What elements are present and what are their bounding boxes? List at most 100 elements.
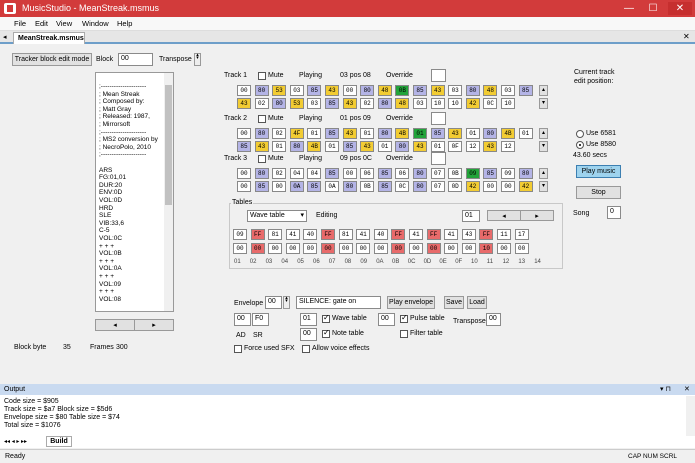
track-cell[interactable]: 53 (272, 85, 287, 96)
table-cell[interactable]: FF (321, 229, 335, 240)
play-music-button[interactable]: Play music (576, 165, 621, 178)
table-cell[interactable]: 00 (338, 243, 353, 254)
track-cell[interactable]: 80 (483, 128, 498, 139)
track-cell[interactable]: 48 (483, 85, 498, 96)
track-cell[interactable]: 0C (483, 98, 498, 109)
track-cell[interactable]: 00 (272, 181, 287, 192)
table-cell[interactable]: 41 (285, 229, 300, 240)
track-cell[interactable]: 10 (430, 98, 445, 109)
track-cell[interactable]: 03 (413, 98, 427, 109)
track-cell[interactable]: 43 (342, 128, 357, 139)
track-cell[interactable]: 80 (395, 141, 410, 152)
track-cell[interactable]: 43 (342, 98, 357, 109)
table-cell[interactable]: FF (391, 229, 406, 240)
table-cell[interactable]: FF (479, 229, 494, 240)
envelope-spinner[interactable]: ▴ ▾ (283, 296, 290, 309)
track-scroll-down-button[interactable]: ▾ (539, 98, 548, 109)
track-cell[interactable]: 10 (448, 98, 463, 109)
wave-table-input[interactable]: 01 (300, 313, 317, 326)
table-cell[interactable]: 17 (514, 229, 529, 240)
use-8580-radio[interactable] (576, 141, 584, 149)
track-cell[interactable]: 80 (254, 168, 269, 179)
track-cell[interactable]: 03 (501, 85, 515, 96)
track-cell[interactable]: 80 (254, 85, 269, 96)
table-cell[interactable]: 00 (373, 243, 388, 254)
track-cell[interactable]: 02 (254, 98, 269, 109)
table-cell[interactable]: 00 (321, 243, 335, 254)
table-cell[interactable]: 00 (514, 243, 529, 254)
close-button[interactable]: ✕ (668, 2, 692, 15)
track-cell[interactable]: 10 (501, 98, 515, 109)
track-cell[interactable]: 85 (237, 141, 251, 152)
pin-icon[interactable]: ▾ ⊓ (660, 385, 671, 393)
track-cell[interactable]: 43 (325, 85, 339, 96)
track-cell[interactable]: 80 (360, 85, 375, 96)
track-cell[interactable]: 03 (307, 98, 322, 109)
track-scroll-up-button[interactable]: ▴ (539, 168, 548, 179)
output-tab-nav-icon[interactable]: ◂◂ ◂ ▸ ▸▸ (4, 438, 27, 445)
track-cell[interactable]: 0B (395, 85, 410, 96)
mute-checkbox[interactable] (258, 72, 266, 80)
track-cell[interactable]: 0D (448, 181, 463, 192)
track-cell[interactable]: 06 (395, 168, 410, 179)
track-cell[interactable]: 80 (518, 168, 533, 179)
track-cell[interactable]: 85 (325, 98, 339, 109)
envelope-transpose-input[interactable]: 00 (486, 313, 501, 326)
table-cell[interactable]: 09 (233, 229, 247, 240)
table-cell[interactable]: FF (250, 229, 265, 240)
table-cell[interactable]: 00 (391, 243, 406, 254)
filter-table-checkbox[interactable] (400, 330, 408, 338)
menu-edit[interactable]: Edit (35, 19, 48, 28)
track-cell[interactable]: 03 (448, 85, 463, 96)
track-cell[interactable]: 01 (360, 128, 375, 139)
menu-view[interactable]: View (56, 19, 72, 28)
pulse-table-checkbox[interactable] (400, 313, 408, 323)
track-cell[interactable]: 85 (377, 181, 392, 192)
menu-window[interactable]: Window (82, 19, 109, 28)
track-cell[interactable]: 03 (289, 85, 304, 96)
track-cell[interactable]: 00 (237, 168, 251, 179)
track-cell[interactable]: 0A (325, 181, 339, 192)
track-cell[interactable]: 0B (360, 181, 375, 192)
table-cell[interactable]: 81 (338, 229, 353, 240)
track-cell[interactable]: 85 (325, 128, 339, 139)
track-cell[interactable]: 00 (342, 168, 357, 179)
track-cell[interactable]: 0C (395, 181, 410, 192)
table-cell[interactable]: 10 (479, 243, 494, 254)
table-index-input[interactable]: 01 (462, 210, 480, 222)
track-cell[interactable]: 06 (360, 168, 375, 179)
maximize-button[interactable]: ☐ (644, 2, 662, 15)
note-table-input[interactable]: 00 (300, 328, 317, 341)
track-cell[interactable]: 07 (430, 181, 445, 192)
output-close-icon[interactable]: ✕ (684, 385, 690, 393)
block-notes-textarea[interactable]: ;---------------------; Mean Streak; Com… (95, 72, 174, 312)
save-button[interactable]: Save (444, 296, 464, 309)
close-doc-icon[interactable]: ✕ (683, 32, 690, 41)
override-input[interactable] (431, 69, 446, 82)
track-cell[interactable]: 80 (465, 85, 480, 96)
track-cell[interactable]: 80 (342, 181, 357, 192)
track-cell[interactable]: 01 (272, 141, 287, 152)
song-input[interactable]: 0 (607, 206, 621, 219)
track-cell[interactable]: 43 (413, 141, 427, 152)
track-cell[interactable]: 80 (413, 181, 427, 192)
tab-nav-icon[interactable]: ◂ (3, 33, 7, 41)
track-cell[interactable]: 85 (518, 85, 533, 96)
mute-checkbox[interactable] (258, 115, 266, 123)
track-cell[interactable]: 85 (413, 85, 427, 96)
table-type-select[interactable]: Wave table ▾ (247, 210, 307, 222)
track-cell[interactable]: 01 (307, 128, 322, 139)
table-cell[interactable]: 00 (497, 243, 511, 254)
track-cell[interactable]: 48 (377, 85, 392, 96)
table-cell[interactable]: 00 (268, 243, 283, 254)
table-cell[interactable]: 81 (268, 229, 283, 240)
override-input[interactable] (431, 112, 446, 125)
ad-input[interactable]: 00 (234, 313, 251, 326)
minimize-button[interactable]: — (620, 2, 638, 15)
track-scroll-up-button[interactable]: ▴ (539, 85, 548, 96)
tracker-block-edit-mode-button[interactable]: Tracker block edit mode (12, 53, 92, 66)
table-cell[interactable]: 00 (250, 243, 265, 254)
track-cell[interactable]: 01 (430, 141, 445, 152)
track-cell[interactable]: 00 (501, 181, 515, 192)
table-cell[interactable]: 00 (426, 243, 441, 254)
